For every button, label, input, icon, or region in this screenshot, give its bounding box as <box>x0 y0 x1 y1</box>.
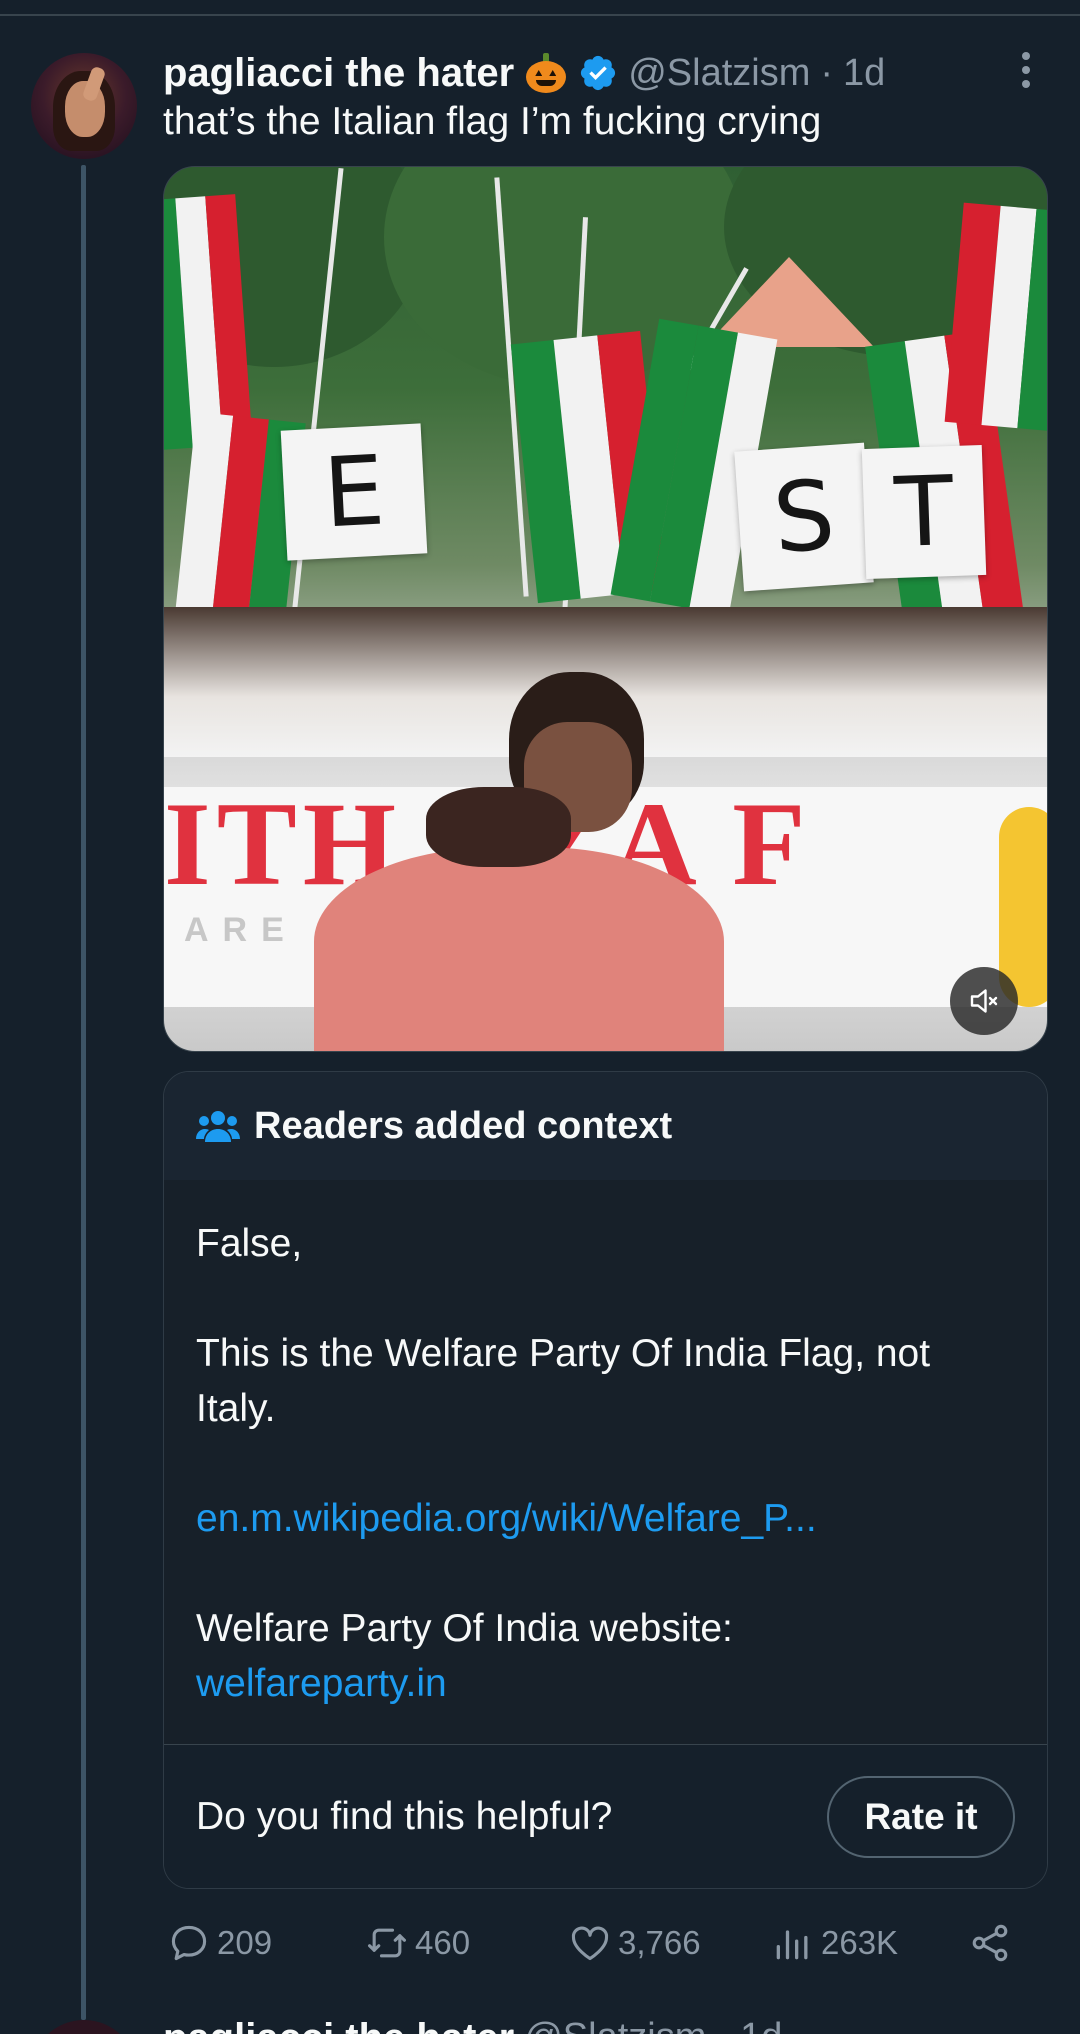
video-sign-letter: S <box>734 442 874 592</box>
pumpkin-icon <box>524 51 568 95</box>
like-count: 3,766 <box>618 1924 701 1961</box>
reply-count: 209 <box>217 1924 273 1961</box>
more-options-icon[interactable] <box>1018 52 1034 92</box>
community-note-body: False, This is the Welfare Party Of Indi… <box>164 1180 1047 1744</box>
community-note-footer: Do you find this helpful? Rate it <box>164 1745 1047 1888</box>
note-text: This is the Welfare Party Of India Flag,… <box>196 1332 931 1430</box>
heart-icon <box>571 1926 609 1961</box>
avatar[interactable] <box>31 53 137 159</box>
share-icon <box>972 1924 1008 1962</box>
community-note-title: Readers added context <box>254 1104 673 1147</box>
views-button[interactable]: 263K <box>771 1915 898 1971</box>
view-count: 263K <box>821 1924 899 1961</box>
top-divider <box>0 14 1080 16</box>
handle[interactable]: @Slatzism <box>628 52 810 95</box>
unmute-button[interactable] <box>950 967 1018 1035</box>
tweet-action-bar: 209 460 3,766 263K <box>163 1915 1048 1971</box>
tweet-thread-page: pagliacci the hater @Slatzism · 1d that’… <box>0 0 1080 2034</box>
next-tweet-avatar[interactable] <box>31 2020 137 2034</box>
website-link[interactable]: welfareparty.in <box>196 1656 1015 1711</box>
display-name[interactable]: pagliacci the hater <box>163 51 514 96</box>
repost-icon <box>368 1928 406 1958</box>
note-text: Welfare Party Of India website: <box>196 1607 733 1650</box>
repost-button[interactable]: 460 <box>365 1915 470 1971</box>
community-note-header[interactable]: Readers added context <box>164 1072 1047 1180</box>
helpful-question: Do you find this helpful? <box>196 1795 613 1838</box>
rate-it-button[interactable]: Rate it <box>827 1776 1015 1858</box>
verified-badge-icon[interactable] <box>578 53 618 93</box>
repost-count: 460 <box>415 1924 471 1961</box>
reply-button[interactable]: 209 <box>167 1915 272 1971</box>
next-display-name[interactable]: pagliacci the hater <box>163 2016 514 2034</box>
community-note-card: Readers added context False, This is the… <box>163 1071 1048 1889</box>
reply-icon <box>171 1925 207 1961</box>
video-sign-letter: E <box>280 423 428 561</box>
muted-speaker-icon <box>970 989 998 1013</box>
tweet-text: that’s the Italian flag I’m fucking cryi… <box>163 100 822 143</box>
next-tweet-header: pagliacci the hater @Slatzism · 1d <box>163 2010 1063 2034</box>
tweet-video[interactable]: E S T ITH AZA F ARE P LA I <box>163 166 1048 1052</box>
like-button[interactable]: 3,766 <box>568 1915 701 1971</box>
wikipedia-link[interactable]: en.m.wikipedia.org/wiki/Welfare_P... <box>196 1491 1015 1546</box>
people-icon <box>196 1111 240 1142</box>
thread-connector-line <box>81 165 86 2020</box>
share-button[interactable] <box>968 1915 1012 1971</box>
next-handle[interactable]: @Slatzism · 1d <box>524 2016 782 2034</box>
tweet-header: pagliacci the hater @Slatzism · 1d <box>163 48 885 98</box>
analytics-icon <box>776 1930 808 1960</box>
time-separator: · <box>820 51 834 94</box>
video-sign-letter: T <box>861 444 987 580</box>
note-text: False, <box>196 1222 303 1265</box>
timestamp[interactable]: 1d <box>843 52 885 95</box>
